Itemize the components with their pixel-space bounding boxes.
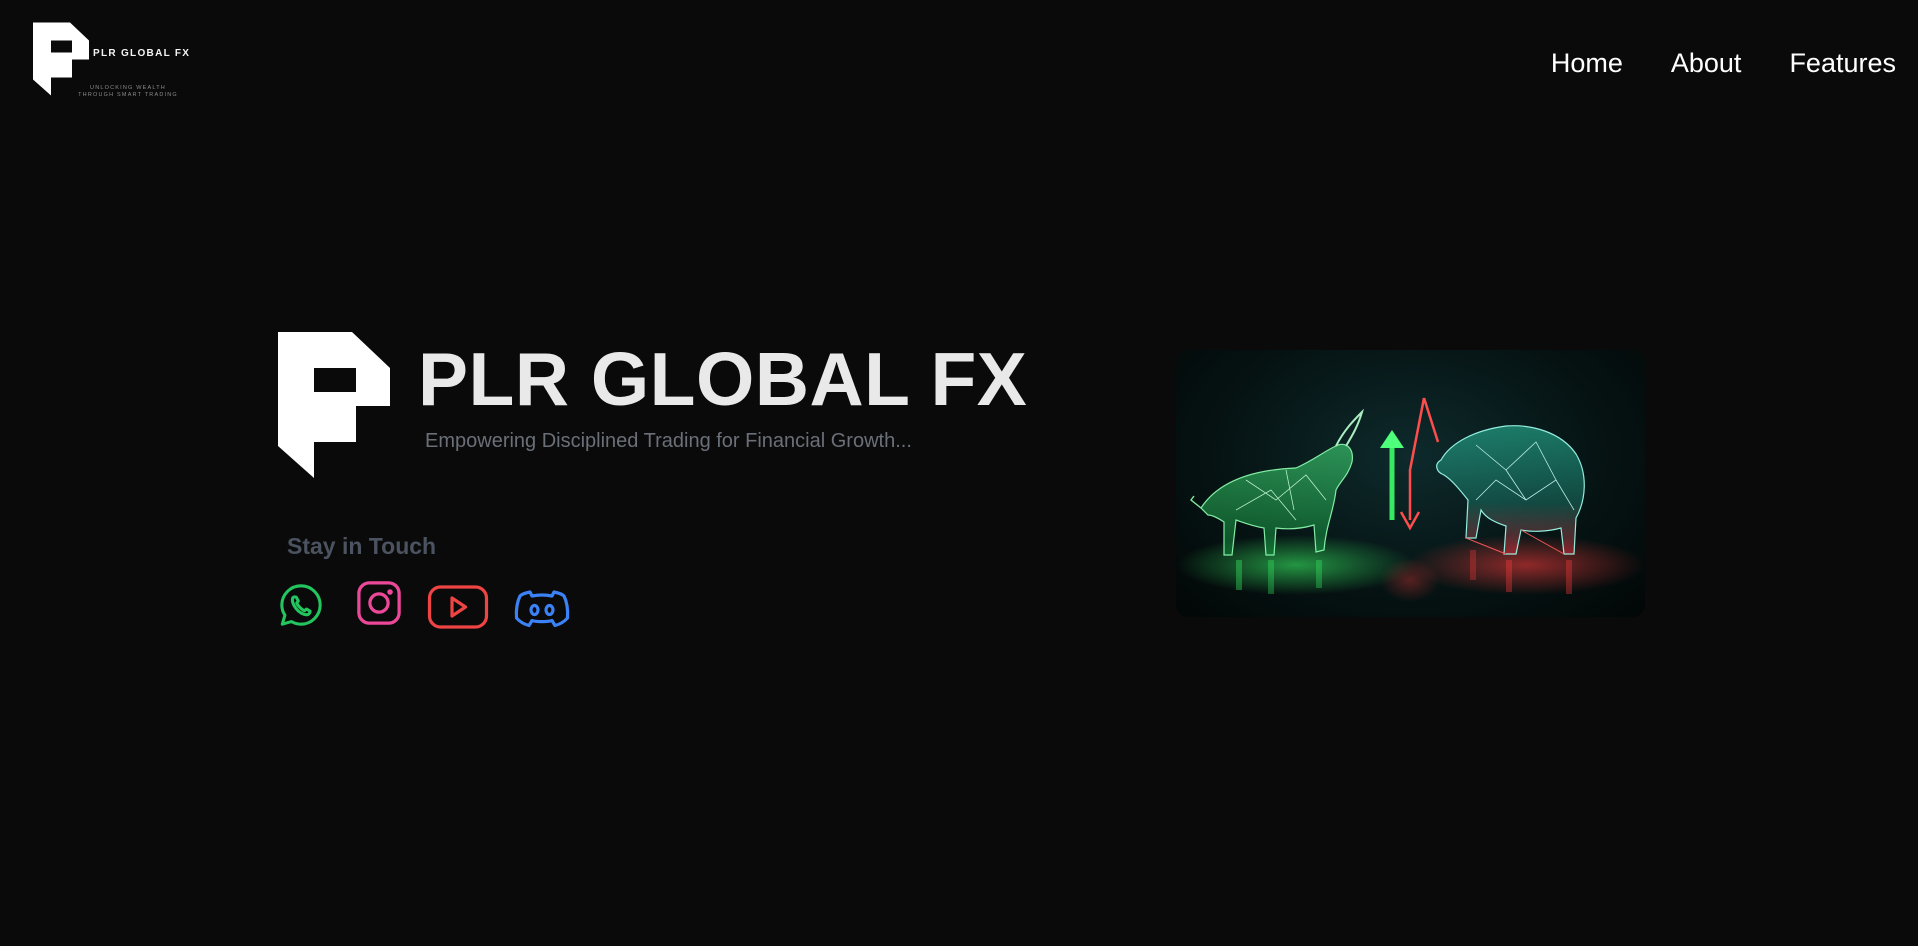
hero-subtitle: Empowering Disciplined Trading for Finan… — [425, 430, 912, 452]
hero-logo-mark-icon — [278, 332, 390, 478]
youtube-icon[interactable] — [427, 584, 489, 630]
whatsapp-icon[interactable] — [278, 582, 324, 628]
social-links — [276, 578, 576, 638]
stay-in-touch-heading: Stay in Touch — [287, 533, 437, 559]
main-nav: Home About Features — [1551, 46, 1896, 80]
hero-title: PLR GLOBAL FX — [418, 337, 1028, 421]
nav-features[interactable]: Features — [1789, 46, 1896, 80]
logo-tagline: UNLOCKING WEALTH THROUGH SMART TRADING — [78, 85, 178, 98]
discord-icon[interactable] — [514, 584, 570, 630]
nav-about[interactable]: About — [1671, 46, 1742, 80]
nav-home[interactable]: Home — [1551, 46, 1623, 80]
bull-vs-bear-image — [1176, 350, 1645, 617]
page: PLR GLOBAL FX UNLOCKING WEALTH THROUGH S… — [0, 0, 1918, 946]
header-logo[interactable]: PLR GLOBAL FX UNLOCKING WEALTH THROUGH S… — [33, 22, 203, 108]
logo-brand: PLR GLOBAL FX — [93, 48, 191, 59]
instagram-icon[interactable] — [356, 580, 402, 626]
